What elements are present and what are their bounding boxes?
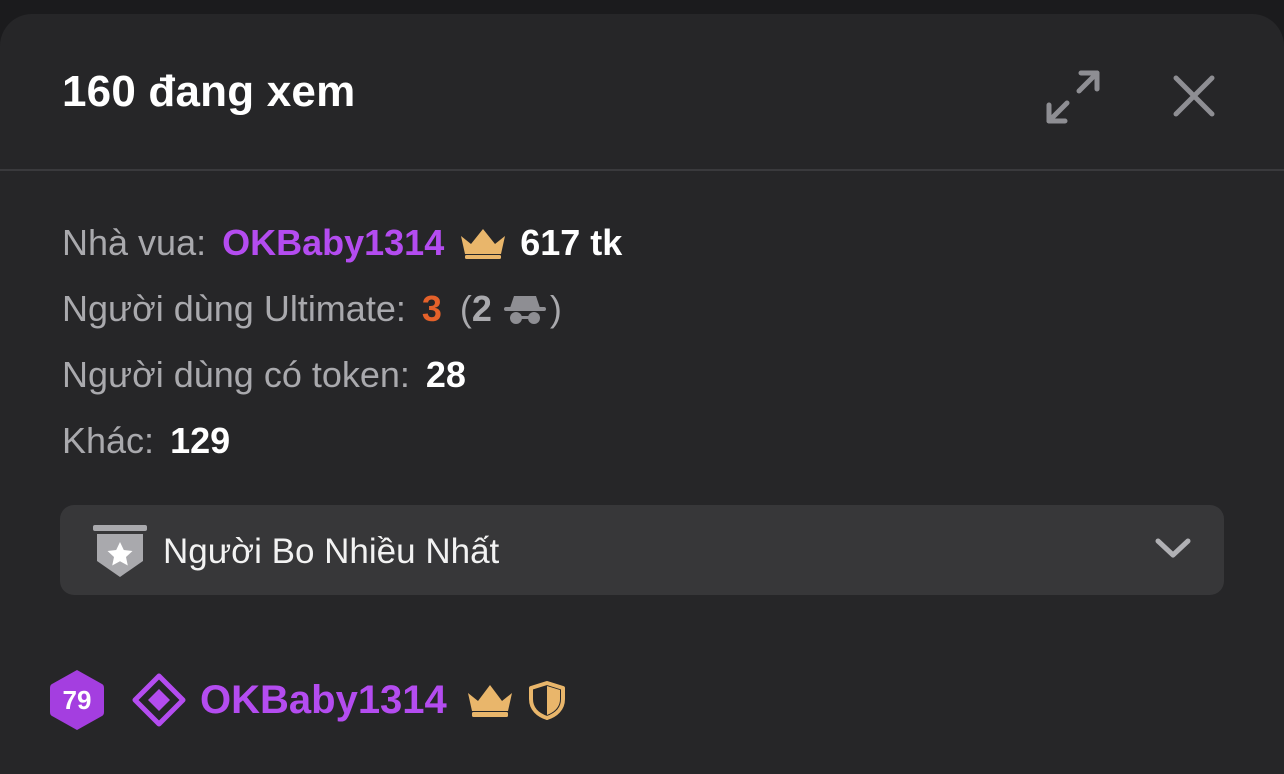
ultimate-close-paren: ) (549, 288, 562, 329)
other-row: Khác: 129 (62, 408, 622, 474)
chevron-down-icon (1154, 535, 1192, 566)
token-users-row: Người dùng có token: 28 (62, 342, 622, 408)
king-row: Nhà vua: OKBaby1314 617 tk (62, 210, 622, 276)
shield-icon (527, 680, 567, 720)
ultimate-count: 3 (421, 288, 442, 329)
ultimate-label: Người dùng Ultimate: (62, 288, 406, 329)
star-badge-icon (92, 523, 148, 584)
crown-icon (458, 226, 508, 260)
token-users-label: Người dùng có token: (62, 354, 410, 395)
viewers-panel: 160 đang xem Nhà vua: OKBaby1314 617 tk (0, 14, 1284, 774)
ultimate-anon-count: 2 (471, 288, 492, 329)
ultimate-row: Người dùng Ultimate: 3 ( 2 ) (62, 276, 622, 342)
level-badge: 79 (48, 668, 106, 732)
expand-icon (1046, 70, 1100, 124)
crown-icon (465, 682, 515, 718)
expand-button[interactable] (1040, 64, 1106, 130)
sort-dropdown[interactable]: Người Bo Nhiều Nhất (60, 505, 1224, 595)
close-button[interactable] (1166, 68, 1222, 124)
king-tokens: 617 tk (520, 222, 623, 263)
other-count: 129 (170, 420, 231, 461)
close-icon (1173, 75, 1215, 117)
token-users-count: 28 (425, 354, 466, 395)
panel-header: 160 đang xem (0, 14, 1284, 171)
viewer-stats: Nhà vua: OKBaby1314 617 tk Người dùng Ul… (62, 210, 622, 474)
incognito-icon (502, 292, 548, 326)
page-title: 160 đang xem (62, 67, 356, 116)
ultimate-open-paren: ( (459, 288, 472, 329)
diamond-icon (132, 673, 186, 727)
king-label: Nhà vua: (62, 222, 207, 263)
other-label: Khác: (62, 420, 155, 461)
username[interactable]: OKBaby1314 (200, 678, 447, 723)
list-item[interactable]: 79 OKBaby1314 (48, 666, 567, 734)
dropdown-label: Người Bo Nhiều Nhất (163, 532, 500, 571)
level-number: 79 (62, 684, 92, 715)
king-name[interactable]: OKBaby1314 (222, 222, 444, 264)
